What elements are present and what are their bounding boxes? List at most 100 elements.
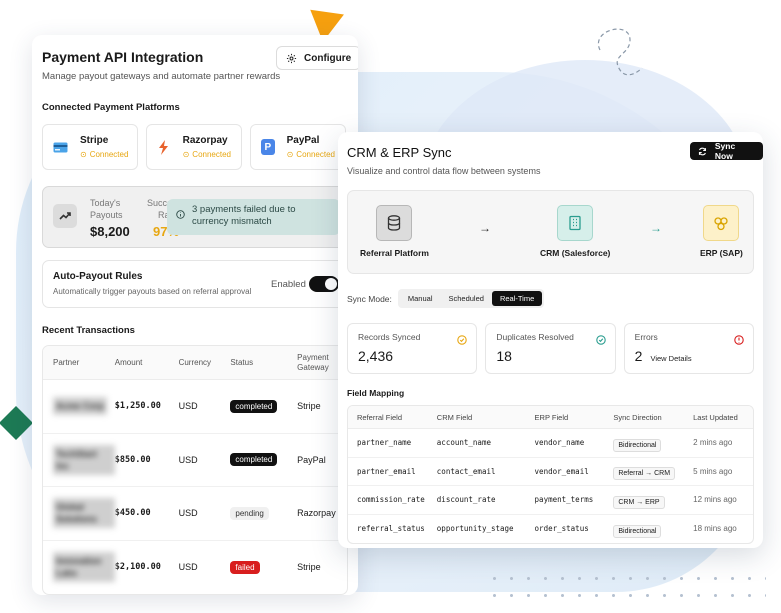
sync-mode-option-manual[interactable]: Manual [400, 291, 441, 306]
platform-status: ⊙ Connected [182, 150, 231, 159]
erp-field: order_status [534, 524, 589, 534]
arrow-right-icon: → [650, 221, 662, 235]
clock-check-icon [457, 332, 468, 350]
auto-payout-toggle[interactable] [309, 276, 339, 292]
status-badge: completed [230, 399, 278, 413]
boxes-icon [703, 205, 740, 241]
auto-payout-rules: Auto-Payout Rules Automatically trigger … [42, 260, 348, 308]
column-header: Last Updated [693, 412, 738, 422]
payouts-value: $8,200 [90, 224, 130, 239]
table-row[interactable]: TechStart Inc $850.00 USD completed PayP… [43, 434, 347, 487]
sync-direction-badge: Referral → CRM [613, 467, 676, 481]
table-row[interactable]: Acme Corp $1,250.00 USD completed Stripe [43, 380, 347, 434]
table-row[interactable]: referral_status opportunity_stage order_… [348, 515, 753, 544]
amount: $850.00 [114, 454, 151, 465]
referral-field: referral_status [357, 524, 425, 534]
erp-field: vendor_name [534, 438, 585, 448]
data-flow-diagram: Referral Platform → CRM (Salesforce) → E… [347, 190, 754, 274]
erp-field: payment_terms [534, 495, 594, 505]
payment-api-panel: Payment API Integration Manage payout ga… [32, 35, 358, 595]
platform-status: ⊙ Connected [80, 150, 129, 159]
partner-name: Global Solutions [53, 498, 115, 529]
sync-mode-label: Sync Mode: [347, 293, 392, 304]
node-label: CRM (Salesforce) [540, 248, 611, 258]
last-updated: 18 mins ago [693, 524, 737, 534]
sync-now-button[interactable]: Sync Now [690, 141, 763, 161]
sync-now-label: Sync Now [714, 141, 736, 161]
card-label: Records Synced [358, 332, 421, 342]
payment-panel-subtitle: Manage payout gateways and automate part… [42, 71, 281, 82]
currency: USD [178, 508, 198, 519]
configure-button[interactable]: Configure [276, 46, 358, 70]
node-label: ERP (SAP) [700, 248, 743, 258]
column-header: Sync Direction [613, 412, 662, 422]
info-icon [176, 210, 185, 223]
card-label: Duplicates Resolved [496, 332, 574, 342]
transactions-table: Partner Amount Currency Status Payment G… [42, 345, 348, 595]
platform-card-stripe[interactable]: Stripe ⊙ Connected [42, 124, 138, 170]
sync-direction-badge: Bidirectional [613, 524, 662, 538]
table-row[interactable]: Global Solutions $450.00 USD pending Raz… [43, 487, 347, 541]
column-header: Referral Field [357, 412, 403, 422]
building-icon [557, 205, 594, 241]
auto-payout-enabled-label: Enabled [271, 279, 306, 290]
node-crm-salesforce[interactable]: CRM (Salesforce) [540, 205, 610, 258]
check-circle-icon: ⊙ [182, 150, 190, 159]
last-updated: 2 mins ago [693, 438, 733, 448]
table-header: Partner Amount Currency Status Payment G… [43, 346, 347, 380]
platform-name: Razorpay [182, 135, 228, 146]
platform-list: Stripe ⊙ Connected Razorpay ⊙ Connected P … [42, 124, 348, 170]
platform-card-paypal[interactable]: P PayPal ⊙ Connected [250, 124, 346, 170]
column-header: Currency [178, 358, 212, 367]
column-header: Amount [114, 358, 143, 367]
table-row[interactable]: Innovation Labs $2,100.00 USD failed Str… [43, 541, 347, 595]
partner-name: Innovation Labs [53, 552, 115, 583]
gateway: Stripe [297, 562, 321, 573]
crm-panel-subtitle: Visualize and control data flow between … [347, 166, 541, 176]
table-row[interactable]: partner_email contact_email vendor_email… [348, 458, 753, 486]
amount: $2,100.00 [114, 562, 161, 573]
currency: USD [178, 401, 198, 412]
erp-field: vendor_email [534, 466, 589, 476]
table-row[interactable]: partner_name account_name vendor_name Bi… [348, 429, 753, 458]
referral-field: partner_name [357, 438, 412, 448]
node-erp-sap[interactable]: ERP (SAP) [700, 205, 743, 258]
card-icon [53, 139, 68, 155]
column-header: Status [230, 358, 254, 367]
sync-mode-option-realtime[interactable]: Real-Time [491, 291, 543, 306]
platform-card-razorpay[interactable]: Razorpay ⊙ Connected [146, 124, 242, 170]
referral-field: partner_email [357, 466, 416, 476]
table-row[interactable]: commission_rate discount_rate payment_te… [348, 486, 753, 515]
refresh-icon [698, 147, 706, 155]
crm-field: contact_email [436, 466, 496, 476]
crm-field: discount_rate [436, 495, 496, 505]
last-updated: 5 mins ago [693, 466, 733, 476]
column-header: ERP Field [534, 412, 569, 422]
failed-payments-toast[interactable]: 3 payments failed due to currency mismat… [167, 199, 340, 235]
crm-field: account_name [436, 438, 491, 448]
column-header: CRM Field [436, 412, 473, 422]
view-details-link[interactable]: View Details [650, 354, 691, 363]
status-badge: completed [230, 453, 278, 467]
database-icon [376, 205, 413, 241]
partner-name: TechStart Inc [53, 444, 115, 475]
payouts-label: Today's Payouts [90, 198, 123, 220]
check-circle-icon [595, 332, 606, 350]
sync-mode-option-scheduled[interactable]: Scheduled [441, 291, 492, 306]
configure-label: Configure [304, 52, 352, 64]
paypal-icon: P [261, 139, 275, 155]
card-label: Errors [634, 332, 658, 342]
transactions-heading: Recent Transactions [42, 325, 135, 336]
node-referral-platform[interactable]: Referral Platform [360, 205, 429, 258]
currency: USD [178, 454, 198, 465]
field-mapping-heading: Field Mapping [347, 388, 405, 398]
field-mapping-table: Referral Field CRM Field ERP Field Sync … [347, 405, 754, 544]
crm-erp-sync-panel: CRM & ERP Sync Visualize and control dat… [338, 132, 763, 548]
duplicates-resolved-card: Duplicates Resolved 18 [485, 323, 616, 374]
payout-stats: Today'sPayouts $8,200 SuccessRate 97% 3 … [42, 186, 348, 248]
column-header: Partner [53, 358, 80, 367]
records-synced-card: Records Synced 2,436 [347, 323, 478, 374]
decorative-dot-grid [486, 570, 766, 610]
amount: $450.00 [114, 508, 151, 519]
table-header: Referral Field CRM Field ERP Field Sync … [348, 406, 753, 429]
